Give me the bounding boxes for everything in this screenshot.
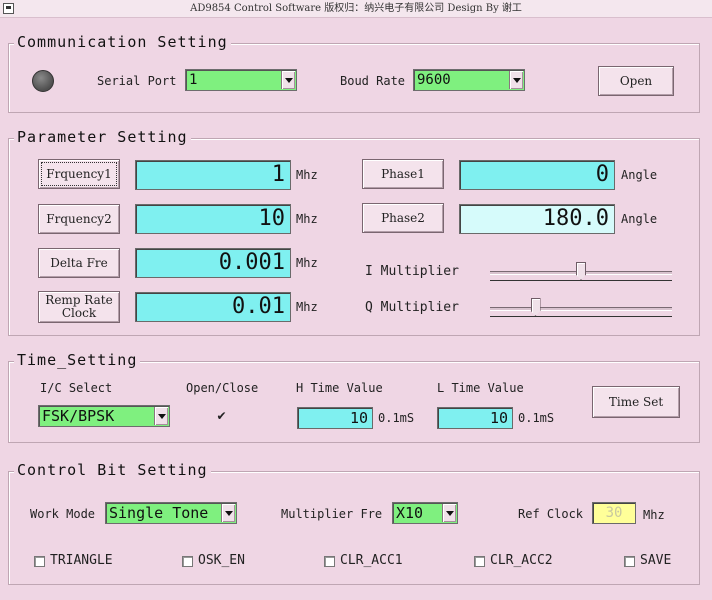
ic-select-value: FSK/BPSK <box>42 407 115 425</box>
work-mode-select[interactable]: Single Tone <box>105 502 237 524</box>
ref-clock-unit: Mhz <box>643 508 665 522</box>
phase2-input[interactable]: 180.0 <box>459 204 615 234</box>
q-multiplier-label: Q Multiplier <box>365 300 459 315</box>
ic-select-dropdown[interactable]: FSK/BPSK <box>38 405 170 427</box>
phase2-button[interactable]: Phase2 <box>362 203 444 233</box>
ic-select-label: I/C Select <box>40 381 113 395</box>
window-titlebar: AD9854 Control Software 版权归：纳兴电子有限公司 Des… <box>0 0 712 18</box>
open-port-button[interactable]: Open <box>598 66 674 96</box>
i-multiplier-thumb[interactable] <box>576 262 586 280</box>
ramp-rate-label-line2: Clock <box>61 306 97 320</box>
open-close-checkbox[interactable]: ✔ <box>216 410 227 422</box>
h-time-input[interactable]: 10 <box>297 407 373 429</box>
baud-rate-select[interactable]: 9600 <box>413 69 525 91</box>
frequency2-button[interactable]: Frquency2 <box>38 204 120 234</box>
chevron-down-icon[interactable] <box>281 71 295 89</box>
work-mode-value: Single Tone <box>109 504 209 522</box>
chevron-down-icon[interactable] <box>154 407 168 425</box>
l-time-input[interactable]: 10 <box>437 407 513 429</box>
frequency2-unit: Mhz <box>296 212 318 226</box>
baud-rate-label: Boud Rate <box>340 74 406 88</box>
multiplier-fre-select[interactable]: X10 <box>392 502 458 524</box>
system-menu-icon[interactable] <box>3 3 14 14</box>
phase1-button[interactable]: Phase1 <box>362 159 444 189</box>
delta-fre-input[interactable]: 0.001 <box>135 248 291 278</box>
ramp-rate-clock-button[interactable]: Remp Rate Clock <box>38 291 120 323</box>
parameter-legend: Parameter Setting <box>14 128 191 146</box>
ref-clock-label: Ref Clock <box>518 507 584 521</box>
osk-en-label: OSK_EN <box>198 553 245 568</box>
l-time-label: L Time Value <box>437 381 524 395</box>
triangle-checkbox[interactable] <box>34 556 45 567</box>
serial-port-label: Serial Port <box>97 74 177 88</box>
phase1-input[interactable]: 0 <box>459 160 615 190</box>
q-multiplier-slider[interactable] <box>490 298 672 320</box>
triangle-label: TRIANGLE <box>50 553 113 568</box>
multiplier-fre-value: X10 <box>396 504 424 522</box>
clr-acc2-checkbox[interactable] <box>474 556 485 567</box>
chevron-down-icon[interactable] <box>221 504 235 522</box>
ramp-rate-unit: Mhz <box>296 300 318 314</box>
frequency1-button[interactable]: Frquency1 <box>38 159 120 189</box>
clr-acc1-checkbox[interactable] <box>324 556 335 567</box>
osk-en-checkbox[interactable] <box>182 556 193 567</box>
q-multiplier-thumb[interactable] <box>530 298 541 316</box>
communication-legend: Communication Setting <box>14 33 231 51</box>
frequency1-input[interactable]: 1 <box>135 160 291 190</box>
multiplier-fre-label: Multiplier Fre <box>281 507 383 521</box>
time-set-button[interactable]: Time Set <box>592 386 680 418</box>
baud-rate-value: 9600 <box>417 72 451 88</box>
h-time-unit: 0.1mS <box>378 411 415 425</box>
ramp-rate-input[interactable]: 0.01 <box>135 292 291 322</box>
chevron-down-icon[interactable] <box>442 504 456 522</box>
frequency1-unit: Mhz <box>296 168 318 182</box>
phase1-unit: Angle <box>621 168 658 182</box>
i-multiplier-slider[interactable] <box>490 262 672 284</box>
serial-port-value: 1 <box>189 72 198 88</box>
i-multiplier-label: I Multiplier <box>365 264 459 279</box>
save-label: SAVE <box>640 553 672 568</box>
clr-acc2-label: CLR_ACC2 <box>490 553 553 568</box>
chevron-down-icon[interactable] <box>509 71 523 89</box>
connection-status-led-icon <box>32 70 54 92</box>
frequency2-input[interactable]: 10 <box>135 204 291 234</box>
save-checkbox[interactable] <box>624 556 635 567</box>
delta-fre-unit: Mhz <box>296 256 318 270</box>
delta-fre-button[interactable]: Delta Fre <box>38 248 120 278</box>
h-time-label: H Time Value <box>296 381 383 395</box>
clr-acc1-label: CLR_ACC1 <box>340 553 403 568</box>
window-title: AD9854 Control Software 版权归：纳兴电子有限公司 Des… <box>190 3 522 14</box>
work-mode-label: Work Mode <box>30 507 96 521</box>
serial-port-select[interactable]: 1 <box>185 69 297 91</box>
l-time-unit: 0.1mS <box>518 411 555 425</box>
ref-clock-input[interactable]: 30 <box>592 502 636 524</box>
time-legend: Time_Setting <box>14 351 141 369</box>
open-close-label: Open/Close <box>186 381 259 395</box>
phase2-unit: Angle <box>621 212 658 226</box>
control-legend: Control Bit Setting <box>14 461 211 479</box>
